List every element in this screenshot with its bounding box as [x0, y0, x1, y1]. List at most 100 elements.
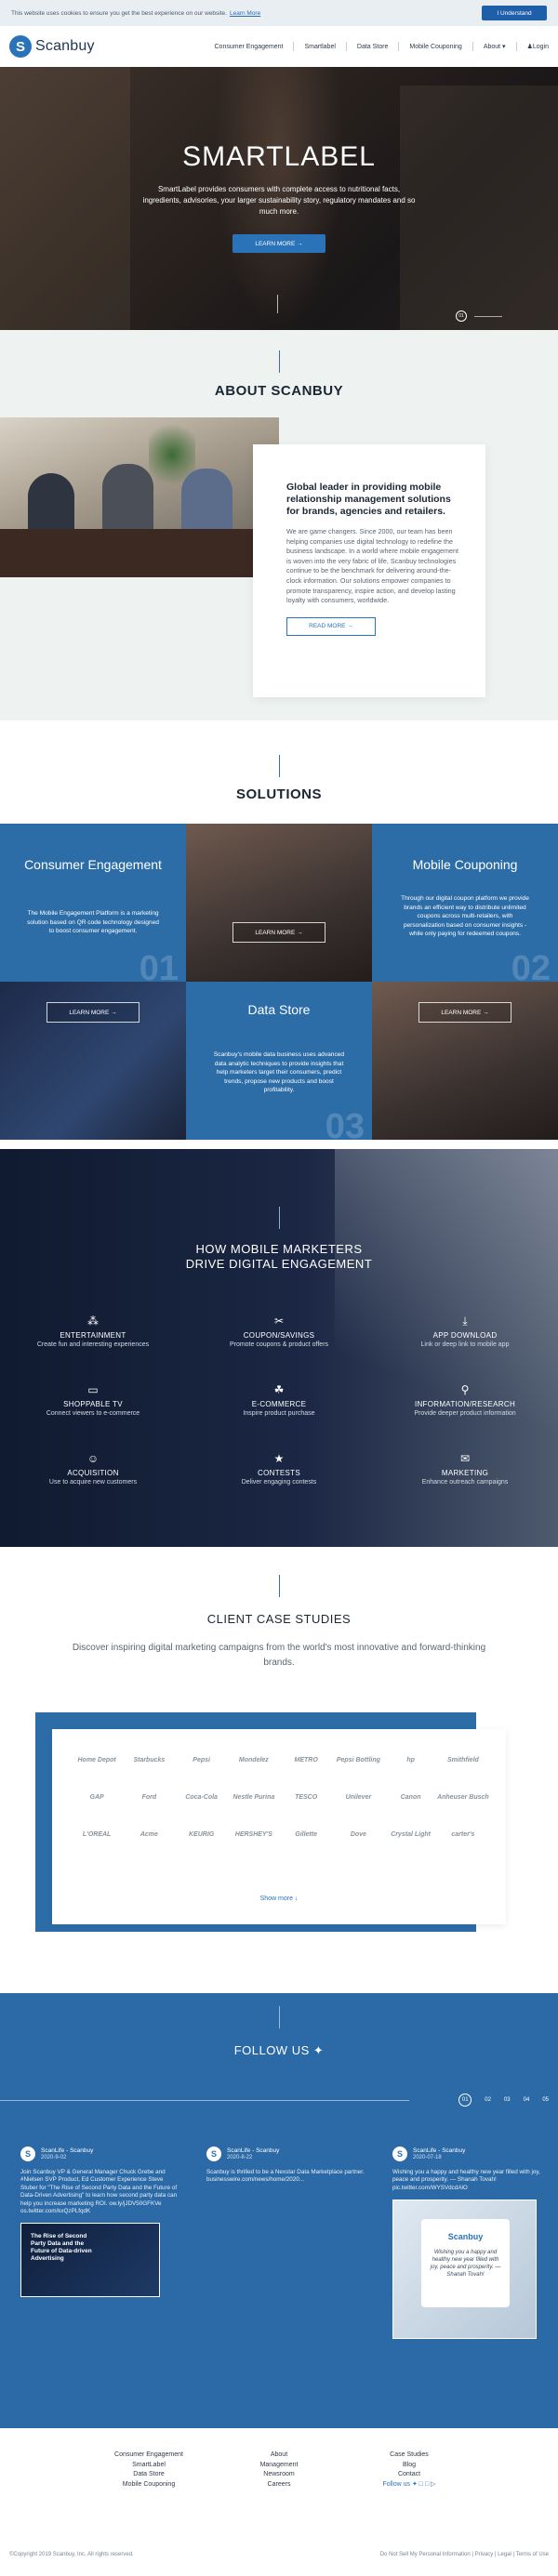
- case-studies-title: CLIENT CASE STUDIES: [206, 1612, 352, 1626]
- twitter-icon[interactable]: ✦: [412, 2481, 418, 2488]
- tweet-pager-item[interactable]: 02: [485, 2097, 491, 2103]
- brand-logo[interactable]: hp: [385, 1750, 437, 1770]
- footer-link[interactable]: SmartLabel: [93, 2461, 205, 2471]
- footer-link[interactable]: Consumer Engagement: [93, 2451, 205, 2461]
- tweet-pager-item[interactable]: 01: [458, 2094, 472, 2107]
- tweet-body: Wishing you a happy and healthy new year…: [392, 2169, 540, 2191]
- feature-desc: Connect viewers to e-commerce: [46, 1410, 140, 1417]
- cart-icon: ☘: [273, 1383, 285, 1396]
- brand-logo[interactable]: Dove: [332, 1824, 384, 1844]
- nav-consumer-engagement[interactable]: Consumer Engagement: [215, 44, 284, 50]
- tweet-pager-item[interactable]: 05: [542, 2097, 549, 2103]
- tweet-card[interactable]: S ScanLife - Scanbuy 2020-07-18 Wishing …: [392, 2147, 551, 2340]
- brand-logo[interactable]: Mondelez: [228, 1750, 280, 1770]
- legal-links[interactable]: Do Not Sell My Personal Information | Pr…: [380, 2552, 549, 2557]
- site-logo[interactable]: S Scanbuy: [9, 35, 95, 58]
- brand-logo[interactable]: GAP: [71, 1787, 123, 1807]
- tweet-author: ScanLife - Scanbuy: [41, 2147, 94, 2154]
- tweet-image-text: The Rise of Second Party Data and the Fu…: [31, 2233, 92, 2263]
- cookie-banner: This website uses cookies to ensure you …: [0, 0, 558, 26]
- solution-learn-more-button[interactable]: LEARN MORE →: [232, 922, 326, 943]
- scanbuy-logo-icon: S: [9, 35, 32, 58]
- brand-logo[interactable]: L'OREAL: [71, 1824, 123, 1844]
- footer-link[interactable]: Newsroom: [223, 2470, 335, 2480]
- solution-data-store[interactable]: Data Store Scanbuy's mobile data busines…: [186, 982, 372, 1140]
- brand-logo[interactable]: TESCO: [280, 1787, 332, 1807]
- nav-data-store[interactable]: Data Store: [357, 44, 388, 50]
- tweet-pager-item[interactable]: 03: [504, 2097, 511, 2103]
- footer-column-resources: Case Studies Blog Contact Follow us ✦ □ …: [353, 2451, 465, 2490]
- footer-link[interactable]: Careers: [223, 2480, 335, 2490]
- solution-consumer-engagement[interactable]: Consumer Engagement The Mobile Engagemen…: [0, 824, 186, 982]
- brand-logo[interactable]: HERSHEY'S: [228, 1824, 280, 1844]
- engagement-title: HOW MOBILE MARKETERS DRIVE DIGITAL ENGAG…: [0, 1242, 558, 1272]
- solution-text: Through our digital coupon platform we p…: [401, 895, 529, 937]
- solution-learn-more-button[interactable]: LEARN MORE →: [46, 1002, 140, 1023]
- tweet-card[interactable]: S ScanLife - Scanbuy 2020-8-22 Scanbuy i…: [206, 2147, 365, 2185]
- brand-logo[interactable]: Unilever: [332, 1787, 384, 1807]
- hero-pager-line: [474, 315, 502, 317]
- tweet-pager: 01 02 03 04 05: [458, 2094, 549, 2107]
- brand-logo[interactable]: Anheuser Busch: [437, 1787, 489, 1807]
- about-read-more-button[interactable]: READ MORE →: [286, 616, 376, 636]
- brand-logo[interactable]: Acme: [123, 1824, 175, 1844]
- engagement-section: HOW MOBILE MARKETERS DRIVE DIGITAL ENGAG…: [0, 1149, 558, 1547]
- facebook-icon[interactable]: □: [425, 2481, 429, 2488]
- section-divider-line: [279, 2006, 280, 2028]
- brand-logo[interactable]: Smithfield: [437, 1750, 489, 1770]
- feature-title: APP DOWNLOAD: [432, 1331, 498, 1340]
- brand-logo[interactable]: Pepsi: [176, 1750, 228, 1770]
- brand-logo[interactable]: carter's: [437, 1824, 489, 1844]
- footer-link[interactable]: About: [223, 2451, 335, 2461]
- footer-link[interactable]: Contact: [353, 2470, 465, 2480]
- hero-pager-current[interactable]: 01: [456, 310, 467, 322]
- footer-link[interactable]: Mobile Couponing: [93, 2480, 205, 2490]
- feature-desc: Link or deep link to mobile app: [420, 1341, 510, 1348]
- brand-logo[interactable]: Crystal Light: [385, 1824, 437, 1844]
- tweet-pager-item[interactable]: 04: [524, 2097, 530, 2103]
- footer-link[interactable]: Management: [223, 2461, 335, 2471]
- nav-mobile-couponing[interactable]: Mobile Couponing: [409, 44, 461, 50]
- feature-contests: ★ CONTESTS Deliver engaging contests: [186, 1452, 372, 1486]
- linkedin-icon[interactable]: □: [419, 2481, 423, 2488]
- brand-logo[interactable]: Coca-Cola: [176, 1787, 228, 1807]
- main-nav: Consumer Engagement Smartlabel Data Stor…: [215, 26, 549, 67]
- cookie-accept-button[interactable]: I Understand: [482, 6, 547, 20]
- nav-smartlabel[interactable]: Smartlabel: [304, 44, 335, 50]
- copyright-text: ©Copyright 2019 Scanbuy, Inc. All rights…: [9, 2552, 134, 2557]
- solution-number: 03: [325, 1107, 365, 1140]
- solution-title: Data Store: [247, 1002, 311, 1017]
- brand-logo[interactable]: Gillette: [280, 1824, 332, 1844]
- nav-login[interactable]: ♟Login: [527, 43, 549, 50]
- solution-number: 01: [139, 949, 179, 982]
- brand-logo[interactable]: Home Depot: [71, 1750, 123, 1770]
- brand-logo[interactable]: Pepsi Bottling: [332, 1750, 384, 1770]
- brand-logo[interactable]: Nestle Purina: [228, 1787, 280, 1807]
- tweet-header: S ScanLife - Scanbuy 2020-07-18: [392, 2147, 551, 2161]
- youtube-icon[interactable]: ▷: [431, 2481, 435, 2488]
- tweet-card[interactable]: S ScanLife - Scanbuy 2020-9-02 Join Scan…: [20, 2147, 179, 2298]
- footer-link[interactable]: Data Store: [93, 2470, 205, 2480]
- brand-logo[interactable]: Ford: [123, 1787, 175, 1807]
- brand-logo[interactable]: Starbucks: [123, 1750, 175, 1770]
- cookie-learn-more-link[interactable]: Learn More: [230, 10, 260, 17]
- solution-number: 02: [511, 949, 551, 982]
- solution-mobile-couponing[interactable]: Mobile Couponing Through our digital cou…: [372, 824, 558, 982]
- nav-about[interactable]: About ▾: [484, 43, 506, 50]
- search-icon: ⚲: [460, 1383, 470, 1396]
- brand-logo[interactable]: Canon: [385, 1787, 437, 1807]
- brand-logo[interactable]: METRO: [280, 1750, 332, 1770]
- footer-link[interactable]: Blog: [353, 2461, 465, 2471]
- solution-text: The Mobile Engagement Platform is a mark…: [27, 910, 159, 934]
- feature-e-commerce: ☘ E-COMMERCE Inspire product purchase: [186, 1383, 372, 1417]
- footer-link[interactable]: Case Studies: [353, 2451, 465, 2461]
- trophy-icon: ★: [273, 1452, 285, 1465]
- about-card: Global leader in providing mobile relati…: [253, 444, 485, 697]
- solution-learn-more-button[interactable]: LEARN MORE →: [418, 1002, 512, 1023]
- follow-pager-line: [0, 2100, 409, 2101]
- feature-desc: Use to acquire new customers: [48, 1479, 138, 1486]
- brand-logo[interactable]: KEURIG: [176, 1824, 228, 1844]
- hero-learn-more-button[interactable]: LEARN MORE →: [232, 234, 326, 253]
- hero-title: SMARTLABEL: [182, 141, 376, 172]
- show-more-link[interactable]: Show more ↓: [52, 1896, 506, 1902]
